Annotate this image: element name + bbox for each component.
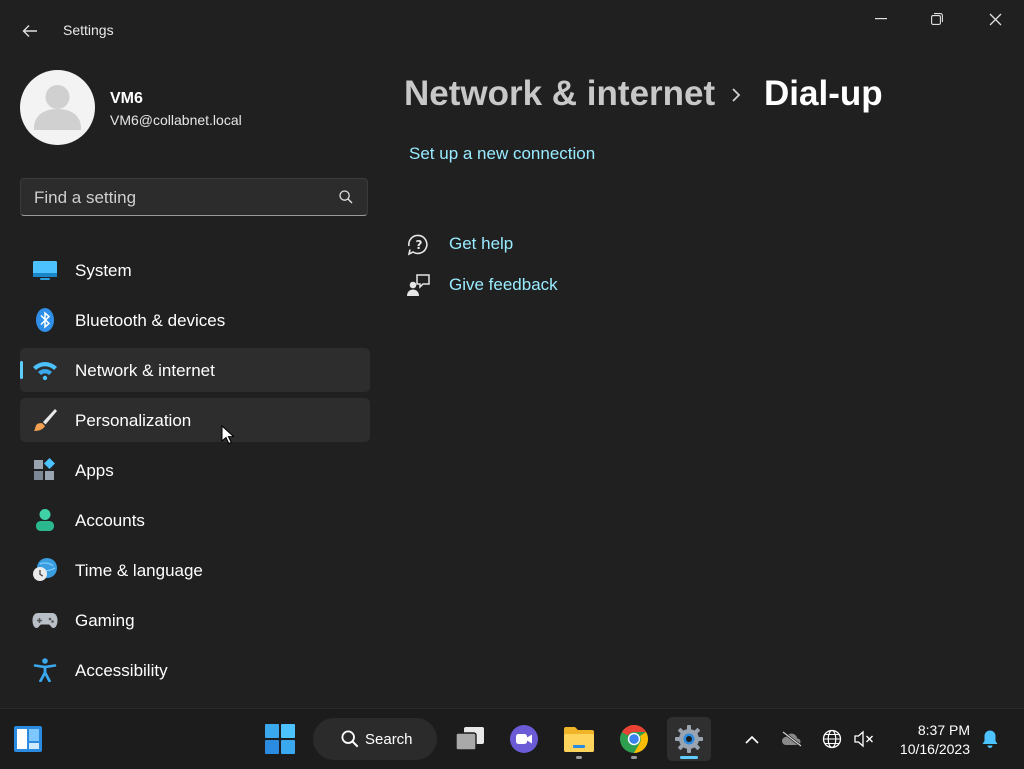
close-button[interactable] <box>967 0 1023 38</box>
accessibility-icon <box>33 658 57 682</box>
wifi-icon <box>33 362 57 381</box>
close-icon <box>989 13 1001 25</box>
start-button[interactable] <box>258 717 302 761</box>
sidebar-item-network[interactable]: Network & internet <box>20 348 370 392</box>
sidebar-item-time-language[interactable]: Time & language <box>20 548 370 592</box>
teams-chat-button[interactable] <box>502 717 546 761</box>
active-indicator <box>680 756 698 759</box>
sidebar-item-label: Accessibility <box>75 661 168 680</box>
taskbar-search-button[interactable]: Search <box>313 718 437 760</box>
network-button[interactable] <box>816 721 848 757</box>
chevron-up-icon <box>745 735 759 744</box>
show-hidden-icons-button[interactable] <box>736 721 768 757</box>
sidebar-item-label: Gaming <box>75 611 135 630</box>
task-view-icon <box>455 727 484 751</box>
widgets-icon <box>14 726 42 752</box>
get-help-link[interactable]: Get help <box>449 234 513 254</box>
svg-text:?: ? <box>416 238 423 252</box>
search-input[interactable] <box>21 179 336 217</box>
give-feedback-link[interactable]: Give feedback <box>449 275 558 295</box>
settings-taskbar-button[interactable] <box>667 717 711 761</box>
title-bar: Settings <box>0 0 1024 60</box>
clock-date[interactable]: 10/16/2023 <box>880 741 970 757</box>
onedrive-offline-icon <box>782 731 802 747</box>
sidebar-item-gaming[interactable]: Gaming <box>20 598 370 642</box>
breadcrumb-parent[interactable]: Network & internet <box>404 74 715 114</box>
volume-button[interactable] <box>848 721 880 757</box>
page-title: Dial-up <box>764 74 883 113</box>
avatar[interactable] <box>20 70 95 145</box>
help-icon: ? <box>407 234 428 256</box>
volume-muted-icon <box>854 730 873 748</box>
bluetooth-icon <box>36 308 54 332</box>
user-silhouette-icon <box>34 85 81 130</box>
minimize-icon <box>875 18 887 20</box>
sidebar-item-label: Accounts <box>75 511 145 530</box>
accounts-icon <box>36 509 54 531</box>
file-explorer-button[interactable] <box>557 717 601 761</box>
system-icon <box>33 261 57 280</box>
sidebar-item-system[interactable]: System <box>20 248 370 292</box>
sidebar-item-bluetooth[interactable]: Bluetooth & devices <box>20 298 370 342</box>
sidebar-item-personalization[interactable]: Personalization <box>20 398 370 442</box>
gaming-icon <box>32 613 58 628</box>
back-arrow-icon <box>22 25 37 37</box>
feedback-icon <box>407 274 430 296</box>
file-explorer-icon <box>564 727 594 752</box>
back-button[interactable] <box>12 16 48 46</box>
minimize-button[interactable] <box>853 0 909 38</box>
chrome-icon <box>620 725 648 753</box>
network-globe-icon <box>822 729 842 749</box>
sidebar-item-apps[interactable]: Apps <box>20 448 370 492</box>
paintbrush-icon <box>34 409 57 431</box>
app-title: Settings <box>63 22 114 38</box>
sidebar-item-label: Bluetooth & devices <box>75 311 226 330</box>
give-feedback-row[interactable]: Give feedback <box>406 270 558 300</box>
setup-new-connection-link[interactable]: Set up a new connection <box>409 144 595 164</box>
sidebar-item-accessibility[interactable]: Accessibility <box>20 648 370 692</box>
settings-icon <box>675 725 703 753</box>
task-view-button[interactable] <box>448 717 492 761</box>
notification-bell-icon <box>982 730 998 748</box>
sidebar-item-label: Time & language <box>75 561 203 580</box>
restore-icon <box>931 13 943 25</box>
clock-time[interactable]: 8:37 PM <box>880 722 970 738</box>
selection-indicator <box>20 361 23 379</box>
running-indicator <box>631 756 637 759</box>
apps-icon <box>34 458 55 480</box>
chrome-button[interactable] <box>612 717 656 761</box>
teams-chat-icon <box>510 725 538 753</box>
user-name: VM6 <box>110 90 143 107</box>
maximize-button[interactable] <box>909 0 965 38</box>
sidebar-item-label: System <box>75 261 132 280</box>
running-indicator <box>576 756 582 759</box>
notifications-button[interactable] <box>974 721 1006 757</box>
taskbar-search-label: Search <box>365 731 413 748</box>
search-icon <box>341 730 359 748</box>
user-email: VM6@collabnet.local <box>110 112 242 128</box>
taskbar: Search 8:37 PM 10/16/2023 <box>0 708 1024 769</box>
sidebar-item-label: Network & internet <box>75 361 215 380</box>
start-icon <box>265 724 295 754</box>
search-box[interactable] <box>20 178 368 217</box>
search-icon[interactable] <box>339 190 353 204</box>
sidebar-item-label: Apps <box>75 461 114 480</box>
sidebar-item-label: Personalization <box>75 411 192 430</box>
mouse-cursor-icon <box>221 425 234 445</box>
widgets-button[interactable] <box>6 717 50 761</box>
breadcrumb-separator-icon <box>730 80 742 111</box>
onedrive-button[interactable] <box>776 721 808 757</box>
time-language-icon <box>33 558 57 581</box>
get-help-row[interactable]: ? Get help <box>406 229 513 259</box>
sidebar-item-accounts[interactable]: Accounts <box>20 498 370 542</box>
